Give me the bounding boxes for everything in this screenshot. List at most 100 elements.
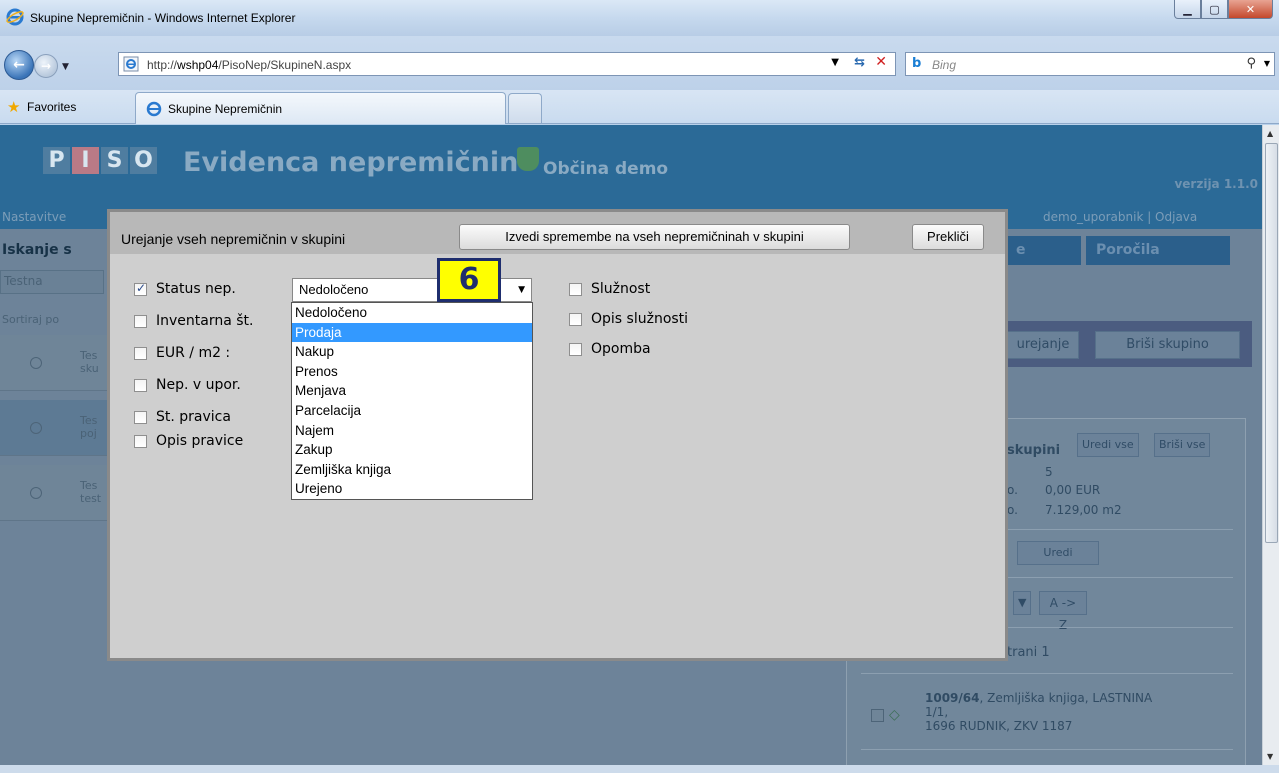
scroll-up-icon[interactable]: ▲ — [1267, 129, 1273, 138]
status-option-highlighted[interactable]: Prodaja — [292, 322, 532, 343]
status-checkbox[interactable] — [134, 281, 147, 296]
in-use-checkbox[interactable] — [134, 378, 147, 392]
status-option[interactable]: Nedoločeno — [292, 303, 532, 323]
new-tab-button[interactable] — [508, 93, 542, 123]
status-option[interactable]: Nakup — [292, 342, 532, 362]
url-field[interactable]: http://wshp04/PisoNep/SkupineN.aspx ▼ ⇆ … — [118, 52, 896, 76]
field-label: Inventarna št. — [156, 313, 254, 329]
scroll-thumb[interactable] — [1265, 143, 1278, 543]
group-area: 7.129,00 m2 — [1045, 503, 1122, 517]
status-option[interactable]: Najem — [292, 421, 532, 441]
field-in-use[interactable]: Nep. v upor. — [134, 375, 241, 395]
group-count: 5 — [1045, 465, 1053, 479]
favorites-button[interactable]: Favorites — [27, 100, 76, 114]
favorites-star-icon[interactable]: ★ — [7, 98, 20, 116]
logo-letter: P — [43, 147, 70, 174]
easement-checkbox[interactable] — [569, 282, 582, 296]
status-select-value: Nedoločeno — [299, 282, 369, 297]
group-list-item[interactable]: Tes test — [0, 465, 110, 521]
status-option[interactable]: Prenos — [292, 362, 532, 382]
note-checkbox[interactable] — [569, 342, 582, 356]
field-easement-description[interactable]: Opis služnosti — [569, 309, 688, 329]
divider — [861, 673, 1233, 674]
tab-partial[interactable]: e — [1006, 236, 1081, 265]
tab-title: Skupine Nepremičnin — [168, 102, 283, 116]
back-button[interactable]: ← — [4, 50, 34, 80]
delete-group-button[interactable]: Briši skupino — [1095, 331, 1240, 359]
field-status[interactable]: Status nep. — [134, 279, 236, 299]
eur-m2-checkbox[interactable] — [134, 346, 147, 360]
internet-explorer-icon — [6, 8, 24, 26]
record-line-2: 1/1, — [925, 705, 949, 719]
field-inventory[interactable]: Inventarna št. — [134, 311, 254, 331]
group-value-eur: 0,00 EUR — [1045, 483, 1101, 497]
field-note[interactable]: Opomba — [569, 339, 651, 359]
edit-all-button[interactable]: Uredi vse — [1077, 433, 1139, 457]
sort-dropdown-icon[interactable]: ▼ — [1013, 591, 1031, 615]
field-right-description[interactable]: Opis pravice — [134, 431, 243, 451]
apply-changes-button[interactable]: Izvedi spremembe na vseh nepremičninah v… — [459, 224, 850, 250]
tab-reports[interactable]: Poročila — [1086, 236, 1230, 265]
group-list-item[interactable]: Tes poj — [0, 400, 110, 456]
bulk-edit-dialog: Urejanje vseh nepremičnin v skupini Izve… — [107, 209, 1008, 661]
chevron-down-icon[interactable]: ▼ — [518, 285, 525, 295]
record-checkbox[interactable] — [871, 709, 884, 722]
group-label: Tes sku — [80, 349, 99, 375]
sort-az-button[interactable]: A -> Z — [1039, 591, 1087, 632]
status-option[interactable]: Menjava — [292, 381, 532, 401]
app-title: Evidenca nepremičnin — [183, 147, 519, 178]
close-icon[interactable]: ✕ — [1228, 0, 1273, 19]
group-label: Tes poj — [80, 414, 98, 440]
status-option[interactable]: Zakup — [292, 440, 532, 460]
logo-letter: O — [130, 147, 157, 174]
field-label: EUR / m2 : — [156, 345, 231, 361]
group-radio[interactable] — [30, 357, 42, 369]
status-option[interactable]: Zemljiška knjiga — [292, 460, 532, 480]
forward-button[interactable]: → — [34, 54, 58, 78]
search-icon[interactable]: ⚲ — [1246, 56, 1256, 71]
easement-description-checkbox[interactable] — [569, 312, 582, 326]
inventory-checkbox[interactable] — [134, 314, 147, 328]
parcel-icon: ◇ — [889, 707, 900, 723]
scroll-down-icon[interactable]: ▼ — [1267, 752, 1273, 761]
nav-settings-link[interactable]: Nastavitve — [2, 210, 66, 224]
group-radio[interactable] — [30, 422, 42, 434]
stop-icon[interactable]: ✕ — [875, 54, 887, 70]
right-checkbox[interactable] — [134, 410, 147, 424]
status-strip — [0, 765, 1279, 773]
search-input[interactable]: b Bing ⚲ ▼ — [905, 52, 1275, 76]
group-radio[interactable] — [30, 487, 42, 499]
field-right[interactable]: St. pravica — [134, 407, 231, 427]
status-option[interactable]: Urejeno — [292, 479, 532, 499]
forward-arrow-icon: → — [40, 59, 52, 73]
sort-label: Sortiraj po — [2, 313, 60, 326]
field-label: Služnost — [591, 281, 651, 297]
step-badge: 6 — [437, 258, 501, 302]
page-icon — [123, 56, 139, 72]
minimize-icon[interactable]: ▁ — [1174, 0, 1201, 19]
refresh-icon[interactable]: ⇆ — [854, 55, 865, 70]
search-input-page[interactable]: Testna — [0, 270, 104, 294]
history-dropdown-icon[interactable]: ▼ — [62, 62, 69, 72]
municipality-crest-icon — [517, 147, 539, 171]
field-eur-m2[interactable]: EUR / m2 : — [134, 343, 230, 363]
cancel-button[interactable]: Prekliči — [912, 224, 984, 250]
right-description-checkbox[interactable] — [134, 434, 147, 448]
dialog-title: Urejanje vseh nepremičnin v skupini — [121, 231, 346, 247]
edit-button-panel[interactable]: Uredi — [1017, 541, 1099, 565]
url-dropdown-icon[interactable]: ▼ — [831, 57, 839, 68]
browser-tab[interactable]: Skupine Nepremičnin — [135, 92, 506, 124]
edit-button[interactable]: urejanje — [1007, 331, 1079, 359]
vertical-scrollbar[interactable]: ▲ ▼ — [1262, 125, 1279, 765]
user-info[interactable]: demo_uporabnik | Odjava — [1043, 210, 1197, 224]
status-option[interactable]: Parcelacija — [292, 401, 532, 421]
back-arrow-icon: ← — [13, 57, 25, 73]
search-dropdown-icon[interactable]: ▼ — [1264, 59, 1270, 68]
field-easement[interactable]: Služnost — [569, 279, 650, 299]
group-list-item[interactable]: Tes sku — [0, 335, 110, 391]
divider — [861, 749, 1233, 750]
maximize-icon[interactable]: ▢ — [1201, 0, 1228, 19]
record-line-1[interactable]: 1009/64, Zemljiška knjiga, LASTNINA — [925, 691, 1152, 705]
field-label: Status nep. — [156, 281, 236, 297]
delete-all-button[interactable]: Briši vse — [1154, 433, 1211, 457]
